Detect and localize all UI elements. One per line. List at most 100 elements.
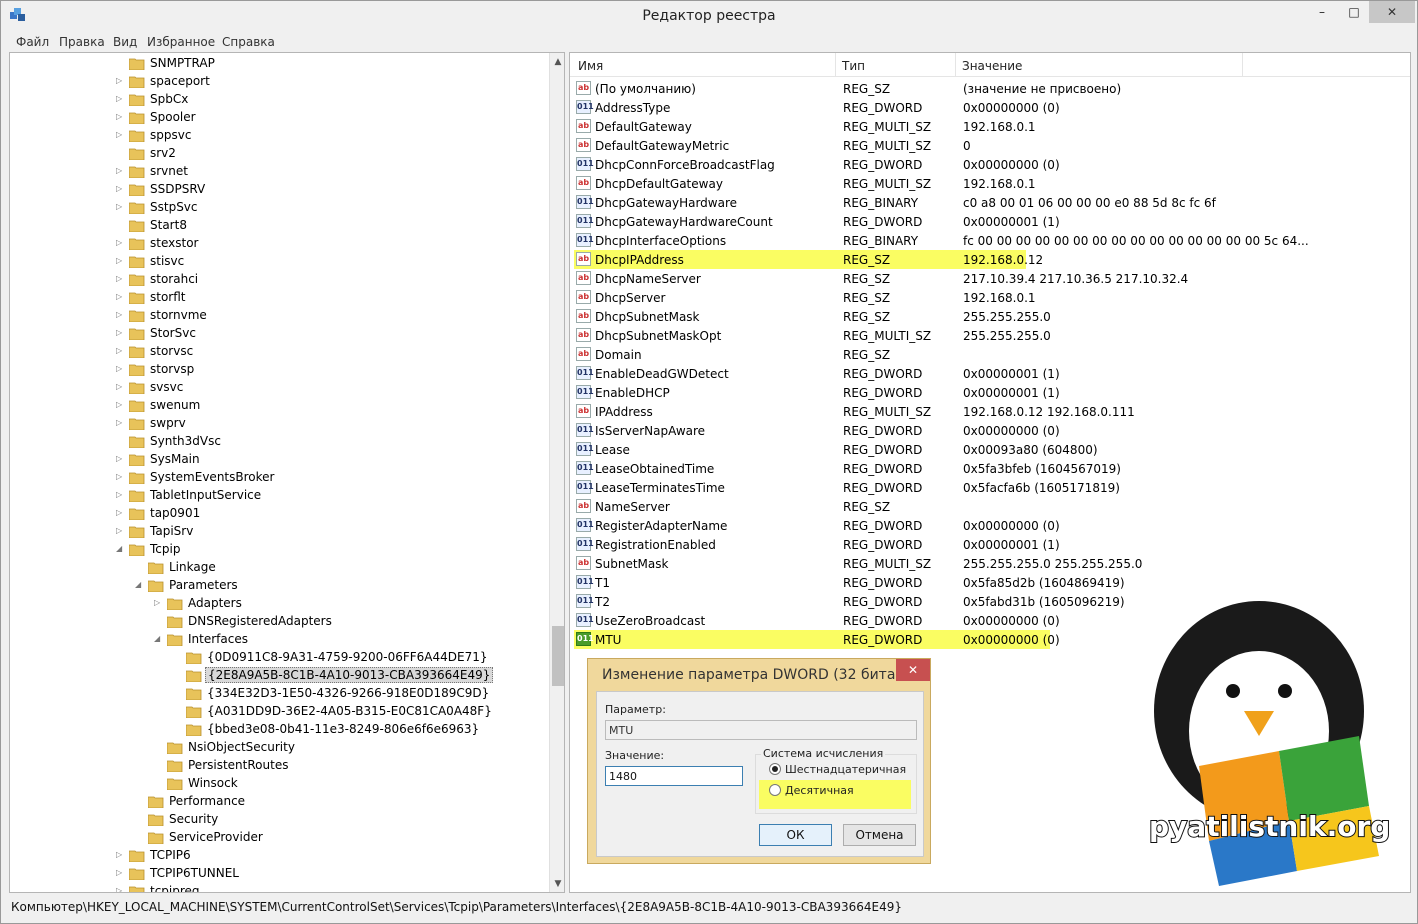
tree-node-label[interactable]: storflt [148, 290, 188, 304]
tree-node-label[interactable]: Interfaces [186, 632, 250, 646]
cancel-button[interactable]: Отмена [843, 824, 916, 846]
tree-node[interactable]: ▷ TabletInputService [10, 486, 546, 504]
tree-node-label[interactable]: storvsc [148, 344, 195, 358]
tree-node[interactable]: {A031DD9D-36E2-4A05-B315-E0C81CA0A48F} [10, 702, 546, 720]
expand-arrow-icon[interactable]: ▷ [116, 292, 126, 302]
tree-node[interactable]: Start8 [10, 216, 546, 234]
expand-arrow-icon[interactable]: ▷ [116, 112, 126, 122]
expand-arrow-icon[interactable]: ▷ [116, 508, 126, 518]
registry-tree[interactable]: SNMPTRAP ▷ spaceport ▷ SpbCx ▷ Spooler ▷ sppsvc s… [9, 52, 565, 893]
tree-node-label[interactable]: tcpipreg [148, 884, 202, 892]
tree-node-label[interactable]: Synth3dVsc [148, 434, 223, 448]
tree-node[interactable]: Performance [10, 792, 546, 810]
tree-node[interactable]: ◢ Tcpip [10, 540, 546, 558]
tree-node-label[interactable]: DNSRegisteredAdapters [186, 614, 334, 628]
tree-node[interactable]: ▷ Spooler [10, 108, 546, 126]
tree-node-label[interactable]: Spooler [148, 110, 198, 124]
tree-node[interactable]: ▷ SysMain [10, 450, 546, 468]
tree-node-label[interactable]: SstpSvc [148, 200, 200, 214]
tree-node[interactable]: ▷ storvsc [10, 342, 546, 360]
expand-arrow-icon[interactable]: ▷ [116, 346, 126, 356]
value-row[interactable]: ab SubnetMask REG_MULTI_SZ 255.255.255.0 25… [574, 554, 1410, 573]
value-row[interactable]: 011 LeaseTerminatesTime REG_DWORD 0x5facfa6… [574, 478, 1410, 497]
expand-arrow-icon[interactable]: ▷ [154, 598, 164, 608]
expand-arrow-icon[interactable]: ▷ [116, 472, 126, 482]
column-data-header[interactable]: Значение [962, 59, 1022, 73]
value-row[interactable]: 011 T1 REG_DWORD 0x5fa85d2b (1604869419) [574, 573, 1410, 592]
decimal-radio[interactable] [769, 784, 781, 796]
column-divider[interactable] [1242, 53, 1243, 77]
tree-node-label[interactable]: TabletInputService [148, 488, 263, 502]
expand-arrow-icon[interactable]: ▷ [116, 76, 126, 86]
tree-node[interactable]: ▷ TapiSrv [10, 522, 546, 540]
expand-arrow-icon[interactable]: ▷ [116, 850, 126, 860]
value-row[interactable]: ab DhcpServer REG_SZ 192.168.0.1 [574, 288, 1410, 307]
expand-arrow-icon[interactable]: ▷ [116, 184, 126, 194]
tree-node[interactable]: Security [10, 810, 546, 828]
tree-node[interactable]: ▷ SSDPSRV [10, 180, 546, 198]
tree-node[interactable]: ▷ TCPIP6 [10, 846, 546, 864]
expand-arrow-icon[interactable]: ◢ [135, 580, 145, 590]
tree-node-label[interactable]: ServiceProvider [167, 830, 265, 844]
tree-node-label[interactable]: stornvme [148, 308, 209, 322]
expand-arrow-icon[interactable]: ▷ [116, 238, 126, 248]
ok-button[interactable]: ОК [759, 824, 832, 846]
tree-node-label[interactable]: spaceport [148, 74, 212, 88]
dialog-close-button[interactable]: ✕ [896, 659, 930, 681]
scroll-thumb[interactable] [552, 626, 564, 686]
expand-arrow-icon[interactable]: ▷ [116, 868, 126, 878]
tree-node[interactable]: ▷ StorSvc [10, 324, 546, 342]
tree-node-label[interactable]: storahci [148, 272, 200, 286]
value-row[interactable]: 011 RegistrationEnabled REG_DWORD 0x0000000… [574, 535, 1410, 554]
tree-node-label[interactable]: {0D0911C8-9A31-4759-9200-06FF6A44DE71} [205, 650, 490, 664]
tree-node[interactable]: DNSRegisteredAdapters [10, 612, 546, 630]
tree-node[interactable]: ▷ spaceport [10, 72, 546, 90]
value-input[interactable]: 1480 [605, 766, 743, 786]
value-row[interactable]: 011 Lease REG_DWORD 0x00093a80 (604800) [574, 440, 1410, 459]
tree-node[interactable]: Winsock [10, 774, 546, 792]
tree-node[interactable]: {334E32D3-1E50-4326-9266-918E0D189C9D} [10, 684, 546, 702]
expand-arrow-icon[interactable]: ▷ [116, 418, 126, 428]
tree-node-label[interactable]: {bbed3e08-0b41-11e3-8249-806e6f6e6963} [205, 722, 481, 736]
tree-node-label[interactable]: stisvc [148, 254, 186, 268]
menu-view[interactable]: Вид [113, 35, 137, 49]
value-row[interactable]: ab DhcpSubnetMaskOpt REG_MULTI_SZ 255.255.2… [574, 326, 1410, 345]
value-row[interactable]: 011 MTU REG_DWORD 0x00000000 (0) [574, 630, 1060, 649]
tree-node-label[interactable]: TCPIP6 [148, 848, 193, 862]
tree-node[interactable]: ▷ tap0901 [10, 504, 546, 522]
menu-help[interactable]: Справка [222, 35, 275, 49]
tree-node[interactable]: {2E8A9A5B-8C1B-4A10-9013-CBA393664E49} [10, 666, 546, 684]
hex-radio[interactable] [769, 763, 781, 775]
value-row[interactable]: 011 DhcpInterfaceOptions REG_BINARY fc 00 0… [574, 231, 1410, 250]
expand-arrow-icon[interactable]: ▷ [116, 274, 126, 284]
value-row[interactable]: 011 DhcpGatewayHardware REG_BINARY c0 a8 00… [574, 193, 1410, 212]
tree-node-label[interactable]: Winsock [186, 776, 240, 790]
value-row[interactable]: ab DhcpDefaultGateway REG_MULTI_SZ 192.168.… [574, 174, 1410, 193]
expand-arrow-icon[interactable]: ▷ [116, 526, 126, 536]
tree-node-label[interactable]: storvsp [148, 362, 196, 376]
maximize-button[interactable]: □ [1339, 1, 1369, 23]
tree-node-label[interactable]: SysMain [148, 452, 202, 466]
column-divider[interactable] [835, 53, 836, 77]
tree-node-label[interactable]: TCPIP6TUNNEL [148, 866, 241, 880]
expand-arrow-icon[interactable]: ▷ [116, 400, 126, 410]
tree-node-label[interactable]: {2E8A9A5B-8C1B-4A10-9013-CBA393664E49} [205, 667, 494, 683]
tree-node-label[interactable]: SSDPSRV [148, 182, 207, 196]
value-row[interactable]: ab DefaultGatewayMetric REG_MULTI_SZ 0 [574, 136, 1410, 155]
tree-node-label[interactable]: Tcpip [148, 542, 182, 556]
tree-node[interactable]: ▷ svsvc [10, 378, 546, 396]
tree-node[interactable]: ◢ Interfaces [10, 630, 546, 648]
expand-arrow-icon[interactable]: ◢ [154, 634, 164, 644]
value-row[interactable]: 011 DhcpGatewayHardwareCount REG_DWORD 0x00… [574, 212, 1410, 231]
tree-node[interactable]: Linkage [10, 558, 546, 576]
tree-node-label[interactable]: PersistentRoutes [186, 758, 290, 772]
tree-node-label[interactable]: Linkage [167, 560, 218, 574]
tree-node[interactable]: ▷ SpbCx [10, 90, 546, 108]
expand-arrow-icon[interactable]: ▷ [116, 166, 126, 176]
expand-arrow-icon[interactable]: ▷ [116, 130, 126, 140]
expand-arrow-icon[interactable]: ▷ [116, 454, 126, 464]
tree-node[interactable]: ▷ swprv [10, 414, 546, 432]
tree-node[interactable]: ▷ TCPIP6TUNNEL [10, 864, 546, 882]
tree-node[interactable]: srv2 [10, 144, 546, 162]
tree-node-label[interactable]: {A031DD9D-36E2-4A05-B315-E0C81CA0A48F} [205, 704, 494, 718]
